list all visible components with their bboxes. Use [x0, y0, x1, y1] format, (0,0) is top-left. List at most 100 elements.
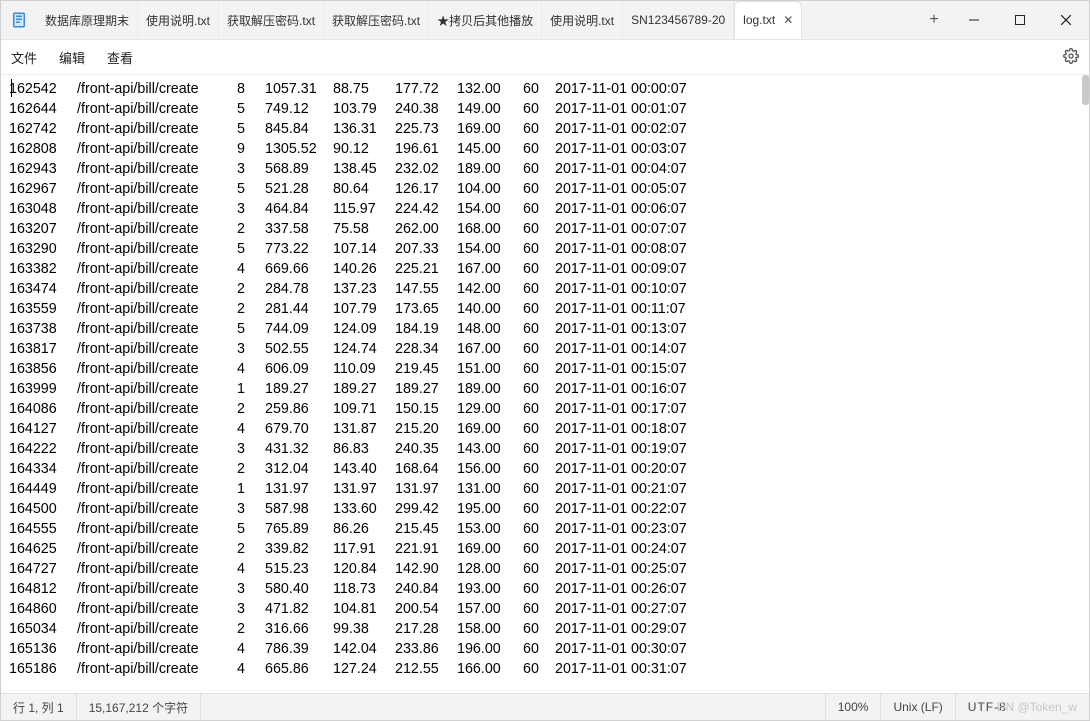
- tab-active[interactable]: log.txt✕: [734, 1, 802, 39]
- log-cell: /front-api/bill/create: [77, 199, 237, 219]
- tab[interactable]: 获取解压密码.txt: [324, 1, 429, 39]
- menu-file[interactable]: 文件: [11, 48, 37, 67]
- status-char-count: 15,167,212 个字符: [77, 694, 201, 720]
- log-cell: 2: [237, 539, 265, 559]
- log-line: 162644/front-api/bill/create5749.12103.7…: [9, 99, 715, 119]
- log-cell: 1305.52: [265, 139, 333, 159]
- log-text: 162542/front-api/bill/create81057.3188.7…: [9, 79, 715, 679]
- log-cell: 2017-11-01 00:30:07: [555, 639, 715, 659]
- log-cell: 138.45: [333, 159, 395, 179]
- status-zoom[interactable]: 100%: [825, 694, 881, 720]
- log-cell: 3: [237, 439, 265, 459]
- log-cell: 4: [237, 259, 265, 279]
- log-cell: 2017-11-01 00:02:07: [555, 119, 715, 139]
- log-cell: 219.45: [395, 359, 457, 379]
- log-cell: 149.00: [457, 99, 523, 119]
- log-cell: 5: [237, 179, 265, 199]
- statusbar: 行 1, 列 1 15,167,212 个字符 100% Unix (LF) U…: [1, 693, 1089, 720]
- status-encoding[interactable]: UTF-8DN @Token_w: [955, 694, 1089, 720]
- log-cell: 312.04: [265, 459, 333, 479]
- log-cell: 164625: [9, 539, 77, 559]
- log-cell: 109.71: [333, 399, 395, 419]
- log-cell: 240.35: [395, 439, 457, 459]
- log-cell: 137.23: [333, 279, 395, 299]
- tab[interactable]: 使用说明.txt: [138, 1, 219, 39]
- log-cell: 164860: [9, 599, 77, 619]
- menu-view[interactable]: 查看: [107, 48, 133, 67]
- log-cell: 281.44: [265, 299, 333, 319]
- log-line: 164449/front-api/bill/create1131.97131.9…: [9, 479, 715, 499]
- tab[interactable]: 使用说明.txt: [542, 1, 623, 39]
- log-cell: 60: [523, 179, 555, 199]
- log-cell: 2017-11-01 00:06:07: [555, 199, 715, 219]
- log-cell: 2: [237, 279, 265, 299]
- tab[interactable]: SN123456789-20: [623, 1, 734, 39]
- log-cell: 162967: [9, 179, 77, 199]
- log-cell: 2017-11-01 00:31:07: [555, 659, 715, 679]
- log-cell: 164086: [9, 399, 77, 419]
- log-line: 164860/front-api/bill/create3471.82104.8…: [9, 599, 715, 619]
- log-cell: 164449: [9, 479, 77, 499]
- log-cell: 4: [237, 639, 265, 659]
- tab[interactable]: 获取解压密码.txt: [219, 1, 324, 39]
- log-cell: 2017-11-01 00:27:07: [555, 599, 715, 619]
- tab-close-icon[interactable]: ✕: [783, 13, 793, 27]
- log-cell: 60: [523, 279, 555, 299]
- add-tab-button[interactable]: +: [917, 1, 951, 39]
- log-line: 164127/front-api/bill/create4679.70131.8…: [9, 419, 715, 439]
- tab[interactable]: ★拷贝后其他播放: [429, 1, 542, 39]
- log-cell: 2: [237, 219, 265, 239]
- editor-area[interactable]: 162542/front-api/bill/create81057.3188.7…: [1, 75, 1089, 693]
- log-cell: 117.91: [333, 539, 395, 559]
- log-cell: 60: [523, 319, 555, 339]
- log-cell: 5: [237, 239, 265, 259]
- log-cell: 164334: [9, 459, 77, 479]
- log-cell: 189.27: [395, 379, 457, 399]
- log-cell: 164555: [9, 519, 77, 539]
- log-cell: 60: [523, 359, 555, 379]
- log-cell: 88.75: [333, 79, 395, 99]
- log-cell: 1057.31: [265, 79, 333, 99]
- maximize-button[interactable]: [997, 1, 1043, 39]
- log-cell: 2017-11-01 00:25:07: [555, 559, 715, 579]
- log-cell: 5: [237, 99, 265, 119]
- log-cell: 786.39: [265, 639, 333, 659]
- log-cell: 189.00: [457, 379, 523, 399]
- log-cell: 99.38: [333, 619, 395, 639]
- log-cell: 196.00: [457, 639, 523, 659]
- log-cell: 189.00: [457, 159, 523, 179]
- log-cell: 502.55: [265, 339, 333, 359]
- log-cell: 3: [237, 339, 265, 359]
- log-cell: 225.21: [395, 259, 457, 279]
- log-cell: 60: [523, 479, 555, 499]
- log-cell: 316.66: [265, 619, 333, 639]
- scrollbar-thumb[interactable]: [1082, 75, 1089, 105]
- log-line: 164222/front-api/bill/create3431.3286.83…: [9, 439, 715, 459]
- settings-button[interactable]: [1063, 48, 1079, 67]
- log-line: 164812/front-api/bill/create3580.40118.7…: [9, 579, 715, 599]
- minimize-button[interactable]: [951, 1, 997, 39]
- log-cell: 131.97: [333, 479, 395, 499]
- log-cell: 765.89: [265, 519, 333, 539]
- log-cell: 103.79: [333, 99, 395, 119]
- log-line: 163382/front-api/bill/create4669.66140.2…: [9, 259, 715, 279]
- log-cell: 284.78: [265, 279, 333, 299]
- log-cell: 2017-11-01 00:14:07: [555, 339, 715, 359]
- menu-edit[interactable]: 编辑: [59, 48, 85, 67]
- log-line: 162943/front-api/bill/create3568.89138.4…: [9, 159, 715, 179]
- status-line-ending[interactable]: Unix (LF): [880, 694, 954, 720]
- log-cell: 86.83: [333, 439, 395, 459]
- tab[interactable]: 数据库原理期末: [37, 1, 138, 39]
- log-cell: 521.28: [265, 179, 333, 199]
- log-cell: 165186: [9, 659, 77, 679]
- log-cell: /front-api/bill/create: [77, 539, 237, 559]
- log-cell: /front-api/bill/create: [77, 559, 237, 579]
- log-cell: 2017-11-01 00:10:07: [555, 279, 715, 299]
- log-cell: 4: [237, 559, 265, 579]
- log-cell: 154.00: [457, 239, 523, 259]
- close-button[interactable]: [1043, 1, 1089, 39]
- watermark-text: DN @Token_w: [997, 700, 1077, 714]
- log-cell: /front-api/bill/create: [77, 379, 237, 399]
- vertical-scrollbar[interactable]: [1082, 75, 1089, 693]
- log-cell: 177.72: [395, 79, 457, 99]
